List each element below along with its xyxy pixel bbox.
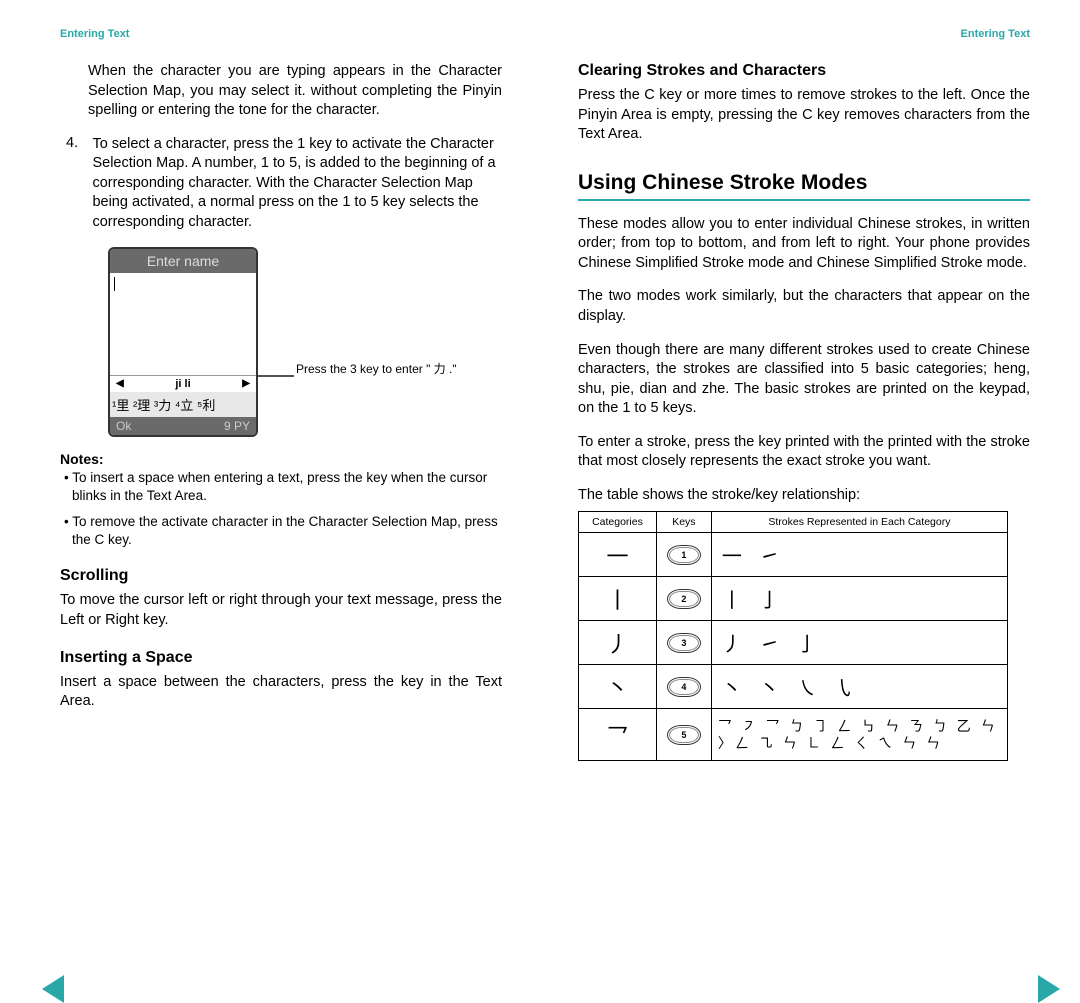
stroke-key: 3 xyxy=(656,621,711,665)
table-row: 丶4 丶 丶 ㇏ ㇂ xyxy=(579,665,1008,709)
keycap-icon: 3 xyxy=(667,633,701,653)
callout-line xyxy=(258,375,294,377)
scrolling-heading: Scrolling xyxy=(60,567,502,585)
page-number-left-text: 40 xyxy=(48,968,60,980)
page-left: Entering Text When the character you are… xyxy=(0,0,540,991)
stroke-category: 丶 xyxy=(579,665,657,709)
phone-char-row: ¹里 ²理 ³力 ⁴立 ⁵利 xyxy=(110,392,256,417)
phone-softkeys: Ok 9 PY xyxy=(110,417,256,435)
th-strokes: Strokes Represented in Each Category xyxy=(711,512,1007,533)
keycap-icon: 2 xyxy=(667,589,701,609)
stroke-samples: 丿 ㇀ 亅 xyxy=(711,621,1007,665)
stroke-table: Categories Keys Strokes Represented in E… xyxy=(578,511,1008,761)
table-row: 一1 一 ㇀ xyxy=(579,533,1008,577)
scrolling-text: To move the cursor left or right through… xyxy=(60,591,502,630)
stroke-category: 乛 xyxy=(579,709,657,761)
softkey-right: 9 PY xyxy=(224,419,250,433)
keycap-icon: 5 xyxy=(667,725,701,745)
stroke-key: 5 xyxy=(656,709,711,761)
step4-number: 4. xyxy=(66,135,88,151)
inserting-space-text: Insert a space between the characters, p… xyxy=(60,673,502,712)
left-arrow-icon: ◀ xyxy=(116,378,124,389)
stroke-samples: 乛 ㇇ 乛 ㄅ ㇆ ㄥ ㇉ ㄣ ㄋ ㄅ 乙 ㄣ 〉ㄥ ㇈ ㄣ ㇗ ㄥ ㄑ ㄟ ㄣ… xyxy=(711,709,1007,761)
heading-rule xyxy=(578,199,1030,201)
clearing-heading: Clearing Strokes and Characters xyxy=(578,62,1030,80)
stroke-p3: Even though there are many different str… xyxy=(578,341,1030,419)
keycap-icon: 1 xyxy=(667,545,701,565)
stroke-key: 1 xyxy=(656,533,711,577)
stroke-samples: 一 ㇀ xyxy=(711,533,1007,577)
inserting-space-heading: Inserting a Space xyxy=(60,649,502,667)
step4-text: To select a character, press the 1 key t… xyxy=(92,135,500,233)
softkey-left: Ok xyxy=(116,419,131,433)
stroke-category: 一 xyxy=(579,533,657,577)
notes-label: Notes: xyxy=(60,451,502,467)
table-row: 丨2 丨 亅 xyxy=(579,577,1008,621)
stroke-category: 丿 xyxy=(579,621,657,665)
callout-text: Press the 3 key to enter " 力 ." xyxy=(296,362,457,378)
note-1: • To insert a space when entering a text… xyxy=(72,469,502,505)
phone-figure: Enter name ◀ ji li ▶ ¹里 ²理 ³力 ⁴立 ⁵利 Ok 9… xyxy=(108,247,502,437)
phone-textarea xyxy=(110,273,256,376)
clearing-text: Press the C key or more times to remove … xyxy=(578,86,1030,145)
intro-paragraph: When the character you are typing appear… xyxy=(88,62,502,121)
th-categories: Categories xyxy=(579,512,657,533)
right-arrow-icon: ▶ xyxy=(242,378,250,389)
document-spread: Entering Text When the character you are… xyxy=(0,0,1080,991)
stroke-p2: The two modes work similarly, but the ch… xyxy=(578,287,1030,326)
th-keys: Keys xyxy=(656,512,711,533)
phone-mock: Enter name ◀ ji li ▶ ¹里 ²理 ³力 ⁴立 ⁵利 Ok 9… xyxy=(108,247,258,437)
stroke-key: 2 xyxy=(656,577,711,621)
table-row: 丿3 丿 ㇀ 亅 xyxy=(579,621,1008,665)
page-number-right-text: 41 xyxy=(1020,968,1032,980)
stroke-modes-heading: Using Chinese Stroke Modes xyxy=(578,171,1030,195)
stroke-samples: 丨 亅 xyxy=(711,577,1007,621)
stroke-p1: These modes allow you to enter individua… xyxy=(578,215,1030,274)
note-2: • To remove the activate character in th… xyxy=(72,513,502,549)
stroke-samples: 丶 丶 ㇏ ㇂ xyxy=(711,665,1007,709)
page-right: Entering Text Clearing Strokes and Chara… xyxy=(540,0,1080,991)
stroke-p4: To enter a stroke, press the key printed… xyxy=(578,433,1030,472)
running-header-right: Entering Text xyxy=(578,28,1030,40)
stroke-key: 4 xyxy=(656,665,711,709)
pinyin-text: ji li xyxy=(175,378,190,390)
running-header-left: Entering Text xyxy=(60,28,502,40)
keycap-icon: 4 xyxy=(667,677,701,697)
stroke-category: 丨 xyxy=(579,577,657,621)
phone-title: Enter name xyxy=(110,249,256,273)
stroke-p5: The table shows the stroke/key relations… xyxy=(578,486,1030,506)
phone-pinyin-row: ◀ ji li ▶ xyxy=(110,376,256,392)
table-row: 乛5 乛 ㇇ 乛 ㄅ ㇆ ㄥ ㇉ ㄣ ㄋ ㄅ 乙 ㄣ 〉ㄥ ㇈ ㄣ ㇗ ㄥ ㄑ ㄟ… xyxy=(579,709,1008,761)
step-4: 4. To select a character, press the 1 ke… xyxy=(66,135,502,233)
